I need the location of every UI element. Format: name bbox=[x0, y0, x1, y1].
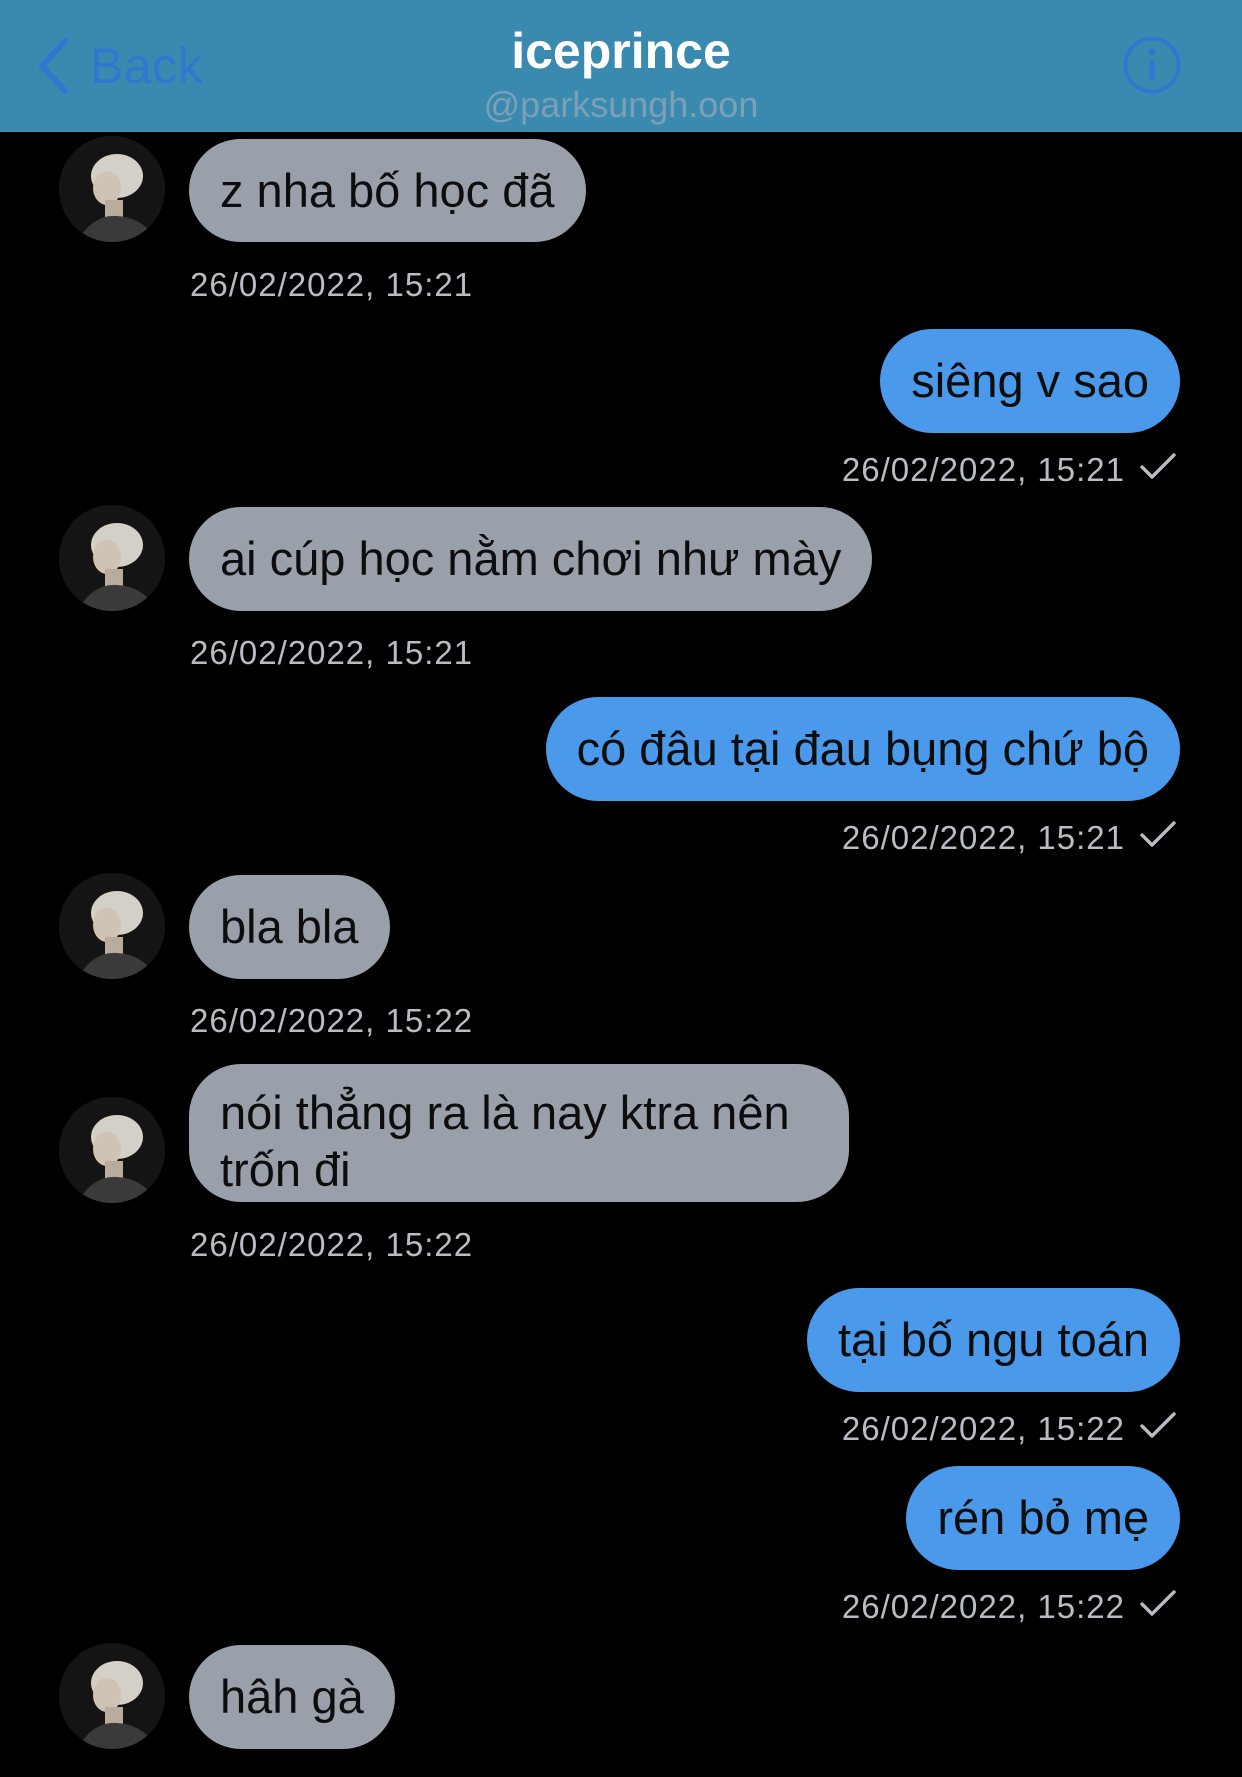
checkmark-icon bbox=[1139, 1588, 1177, 1626]
message-timestamp-row: 26/02/2022, 15:22 bbox=[842, 1410, 1177, 1448]
message-timestamp-row: 26/02/2022, 15:22 bbox=[842, 1588, 1177, 1626]
message-bubble[interactable]: siêng v sao bbox=[880, 329, 1180, 433]
message-timestamp: 26/02/2022, 15:22 bbox=[190, 1226, 474, 1263]
checkmark-icon bbox=[1139, 1410, 1177, 1448]
checkmark-icon bbox=[1139, 451, 1177, 489]
message-timestamp: 26/02/2022, 15:22 bbox=[190, 1002, 474, 1039]
checkmark-icon bbox=[1139, 819, 1177, 857]
message-timestamp: 26/02/2022, 15:21 bbox=[190, 266, 474, 303]
message-bubble[interactable]: tại bố ngu toán bbox=[807, 1288, 1180, 1392]
avatar[interactable] bbox=[59, 136, 165, 242]
info-button[interactable] bbox=[1122, 35, 1182, 95]
message-timestamp: 26/02/2022, 15:21 bbox=[841, 451, 1125, 488]
chat-title: iceprince bbox=[511, 23, 731, 79]
avatar[interactable] bbox=[59, 505, 165, 611]
chat-header: Back iceprince @parksungh.oon bbox=[0, 0, 1242, 132]
avatar[interactable] bbox=[59, 1643, 165, 1749]
message-bubble[interactable]: ai cúp học nằm chơi như mày bbox=[189, 507, 873, 611]
avatar[interactable] bbox=[59, 1097, 165, 1203]
message-bubble[interactable]: nói thẳng ra là nay ktra nên trốn đi bbox=[189, 1064, 849, 1202]
message-bubble[interactable]: z nha bố học đã bbox=[189, 139, 586, 242]
message-timestamp: 26/02/2022, 15:22 bbox=[841, 1588, 1125, 1625]
message-bubble[interactable]: bla bla bbox=[189, 875, 390, 979]
message-timestamp: 26/02/2022, 15:21 bbox=[841, 819, 1125, 856]
avatar[interactable] bbox=[59, 873, 165, 979]
message-timestamp-row: 26/02/2022, 15:21 bbox=[842, 819, 1177, 857]
message-timestamp-row: 26/02/2022, 15:21 bbox=[842, 451, 1177, 489]
message-timestamp: 26/02/2022, 15:22 bbox=[841, 1410, 1125, 1447]
message-bubble[interactable]: có đâu tại đau bụng chứ bộ bbox=[545, 697, 1180, 801]
message-bubble[interactable]: rén bỏ mẹ bbox=[906, 1466, 1180, 1570]
message-bubble[interactable]: hâh gà bbox=[189, 1645, 395, 1749]
info-icon bbox=[1122, 35, 1182, 95]
chat-subtitle: @parksungh.oon bbox=[483, 84, 759, 125]
message-timestamp: 26/02/2022, 15:21 bbox=[190, 634, 474, 671]
